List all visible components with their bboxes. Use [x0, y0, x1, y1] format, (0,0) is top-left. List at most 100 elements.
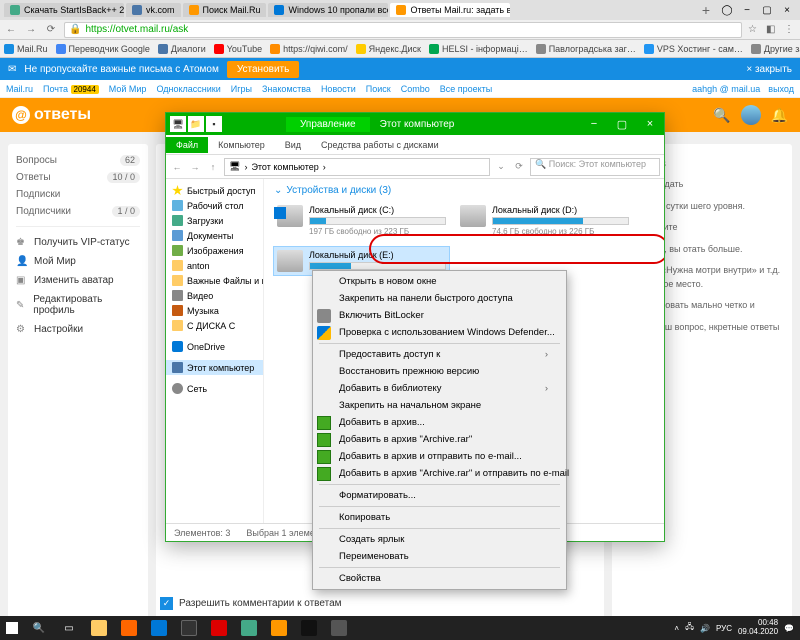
drive-d[interactable]: Локальный диск (D:) 74,6 ГБ свободно из …: [457, 202, 632, 239]
logout-link[interactable]: выход: [768, 84, 794, 94]
bell-icon[interactable]: 🔔: [771, 107, 788, 124]
vip-link[interactable]: ♚Получить VIP-статус: [16, 233, 140, 252]
up-button[interactable]: ↑: [206, 162, 220, 172]
side-item[interactable]: anton: [166, 258, 263, 273]
menu-link[interactable]: Combo: [401, 84, 430, 94]
tray-lang[interactable]: РУС: [716, 624, 732, 633]
tray-network-icon[interactable]: 🖧: [685, 621, 694, 635]
tray-clock[interactable]: 00:48 09.04.2020: [738, 619, 778, 637]
new-tab-button[interactable]: +: [698, 2, 714, 18]
ctx-defender-scan[interactable]: Проверка с использованием Windows Defend…: [313, 324, 566, 341]
browser-tab[interactable]: Windows 10 пропали все над…: [268, 3, 388, 17]
extension-icon[interactable]: ◧: [766, 24, 778, 36]
sidebar-row[interactable]: Ответы10 / 0: [16, 169, 140, 186]
menu-link[interactable]: Мой Мир: [109, 84, 147, 94]
bookmark-item[interactable]: Диалоги: [158, 44, 206, 54]
browser-tab-active[interactable]: Ответы Mail.ru: задать воп…×: [390, 3, 510, 17]
ribbon-tab[interactable]: Средства работы с дисками: [311, 137, 449, 153]
ctx-rename[interactable]: Переименовать: [313, 548, 566, 565]
maximize-icon[interactable]: ▢: [608, 113, 636, 135]
other-bookmarks[interactable]: Другие закладки: [751, 44, 800, 54]
ctx-add-archive-rar[interactable]: Добавить в архив "Archive.rar": [313, 431, 566, 448]
otvety-logo[interactable]: ответы: [12, 106, 91, 124]
bookmark-item[interactable]: Mail.Ru: [4, 44, 48, 54]
ctx-add-library[interactable]: Добавить в библиотеку›: [313, 380, 566, 397]
ctx-open-new-window[interactable]: Открыть в новом окне: [313, 273, 566, 290]
quick-access[interactable]: Быстрый доступ: [166, 183, 263, 198]
bookmark-item[interactable]: Павлоградська заг…: [536, 44, 636, 54]
minimize-icon[interactable]: −: [580, 113, 608, 135]
forward-button[interactable]: →: [188, 162, 202, 172]
ctx-bitlocker[interactable]: Включить BitLocker: [313, 307, 566, 324]
ctx-restore-version[interactable]: Восстановить прежнюю версию: [313, 363, 566, 380]
star-icon[interactable]: ☆: [748, 24, 760, 36]
side-item[interactable]: Видео: [166, 288, 263, 303]
taskbar-app[interactable]: [114, 616, 144, 640]
allow-comments-row[interactable]: ✓ Разрешить комментарии к ответам: [160, 597, 342, 610]
ribbon-tab[interactable]: Компьютер: [208, 137, 275, 153]
edit-profile-link[interactable]: ✎Редактировать профиль: [16, 290, 140, 320]
taskbar-app[interactable]: [324, 616, 354, 640]
ctx-properties[interactable]: Свойства: [313, 570, 566, 587]
close-promo[interactable]: × закрыть: [746, 64, 792, 75]
menu-link[interactable]: Одноклассники: [156, 84, 220, 94]
ctx-archive-rar-email[interactable]: Добавить в архив "Archive.rar" и отправи…: [313, 465, 566, 482]
menu-link[interactable]: Поиск: [366, 84, 391, 94]
side-item[interactable]: Загрузки: [166, 213, 263, 228]
browser-tab[interactable]: Поиск Mail.Ru: [183, 3, 267, 17]
forward-button[interactable]: →: [24, 23, 38, 37]
bookmark-item[interactable]: YouTube: [214, 44, 262, 54]
taskbar-app[interactable]: [234, 616, 264, 640]
side-item[interactable]: Изображения: [166, 243, 263, 258]
dropdown-icon[interactable]: ⌄: [494, 161, 508, 172]
taskbar-app[interactable]: [144, 616, 174, 640]
bookmark-item[interactable]: VPS Хостинг - сам…: [644, 44, 743, 54]
side-item[interactable]: Рабочий стол: [166, 198, 263, 213]
task-view-button[interactable]: ▭: [54, 616, 84, 640]
ctx-give-access[interactable]: Предоставить доступ к›: [313, 346, 566, 363]
close-icon[interactable]: ×: [778, 2, 796, 18]
manage-tab[interactable]: Управление: [286, 117, 370, 132]
side-item[interactable]: С ДИСКА С: [166, 318, 263, 333]
mymir-link[interactable]: 👤Мой Мир: [16, 252, 140, 271]
bookmark-item[interactable]: https://qiwi.com/: [270, 44, 348, 54]
breadcrumb[interactable]: 🖥 › Этот компьютер ›: [224, 158, 490, 176]
file-tab[interactable]: Файл: [166, 137, 208, 153]
ctx-pin-start[interactable]: Закрепить на начальном экране: [313, 397, 566, 414]
tray-volume-icon[interactable]: 🔊: [700, 624, 710, 633]
ctx-add-archive[interactable]: Добавить в архив...: [313, 414, 566, 431]
ribbon-tab[interactable]: Вид: [275, 137, 311, 153]
taskbar-app[interactable]: [294, 616, 324, 640]
side-item[interactable]: Музыка: [166, 303, 263, 318]
ctx-copy[interactable]: Копировать: [313, 509, 566, 526]
browser-tab[interactable]: Скачать StartIsBack++ 2.9 (Wi…: [4, 3, 124, 17]
settings-link[interactable]: ⚙Настройки: [16, 320, 140, 339]
user-email[interactable]: aahgh @ mail.ua: [692, 84, 760, 94]
ctx-create-shortcut[interactable]: Создать ярлык: [313, 531, 566, 548]
reload-icon[interactable]: ⟳: [512, 161, 526, 172]
taskbar-app[interactable]: [84, 616, 114, 640]
bookmark-item[interactable]: HELSI - інформаці…: [429, 44, 528, 54]
close-icon[interactable]: ×: [636, 113, 664, 135]
bookmark-item[interactable]: Яндекс.Диск: [356, 44, 421, 54]
url-input[interactable]: 🔒 https://otvet.mail.ru/ask: [64, 22, 742, 38]
avatar-link[interactable]: ▣Изменить аватар: [16, 271, 140, 290]
install-button[interactable]: Установить: [227, 61, 300, 78]
taskbar-app[interactable]: [204, 616, 234, 640]
avatar[interactable]: [741, 105, 761, 125]
explorer-search[interactable]: 🔍 Поиск: Этот компьютер: [530, 158, 660, 176]
maximize-icon[interactable]: ▢: [758, 2, 776, 18]
back-button[interactable]: ←: [4, 23, 18, 37]
sidebar-row[interactable]: Подписчики1 / 0: [16, 203, 140, 220]
sidebar-row[interactable]: Вопросы62: [16, 152, 140, 169]
taskbar-app[interactable]: [174, 616, 204, 640]
search-icon[interactable]: 🔍: [713, 107, 730, 124]
minimize-icon[interactable]: −: [738, 2, 756, 18]
menu-link[interactable]: Игры: [231, 84, 252, 94]
tray-notifications-icon[interactable]: 💬: [784, 624, 794, 633]
ctx-archive-email[interactable]: Добавить в архив и отправить по e-mail..…: [313, 448, 566, 465]
bookmark-item[interactable]: Переводчик Google: [56, 44, 150, 54]
drive-c[interactable]: Локальный диск (C:) 197 ГБ свободно из 2…: [274, 202, 449, 239]
reload-button[interactable]: ⟳: [44, 23, 58, 37]
devices-section[interactable]: ⌄Устройства и диски (3): [274, 185, 654, 196]
